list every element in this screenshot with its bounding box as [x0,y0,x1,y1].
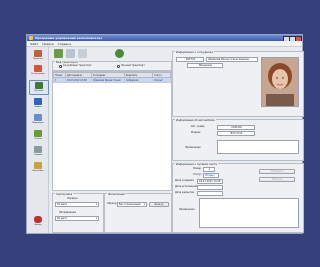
waybill-table: Номер Дата выдачи Сотрудник Водитель Ста… [53,72,171,83]
sidebar-item-exit[interactable]: Выход [29,215,47,228]
sidebar: Персонал Регистрация Путевые Заявки Марш… [27,47,49,233]
waybill-note-field[interactable] [199,198,299,228]
personal-transport-label: Личный транспорт [121,64,145,67]
plate-label: Рег. номер [191,125,205,128]
period-select[interactable]: Без ограничений [117,202,147,207]
waybill-note-label: Примечание [179,208,195,211]
closed-field [197,191,223,196]
cell-driver: Сибиряков [124,77,153,83]
direction-select[interactable]: По дате [55,216,99,221]
routes-icon [34,114,42,121]
add-button[interactable] [54,49,63,58]
service-transport-radio[interactable] [59,65,62,68]
sidebar-item-personnel[interactable]: Персонал [29,49,47,62]
waybill-status-label: Статус [193,173,202,176]
close-waybill-button[interactable]: Закрыть [259,177,295,182]
plate-field: С046 ВО [217,125,255,130]
filter-button[interactable]: Фильтр [149,202,169,207]
created-label: Дата создания [175,179,194,182]
waybill-status-field: Открыт [203,173,219,178]
key-icon [34,162,42,169]
waybill-icon [35,82,43,89]
period-label: Период [107,202,117,205]
app-window: Программа управления (исполнитель) Файл … [26,34,304,234]
sidebar-item-registration[interactable]: Регистрация [29,64,47,77]
cell-date: 18.07.2012 13:28 [65,77,92,83]
employee-info-title: Информация о сотруднике [175,51,214,54]
sidebar-item-requests[interactable]: Заявки [29,97,47,110]
employee-photo-image [262,58,298,106]
direction-label: Направление [59,211,76,214]
created-field: 18.07.2012 13:28 [197,179,223,184]
cell-status: Открыт [152,77,171,83]
service-transport-label: Служебный транспорт [63,64,92,67]
model-field: ВАЗ 2110 [217,131,255,136]
filter-title: Фильтрация [107,193,126,196]
employee-position-field: Менеджер [187,63,223,68]
waybill-info-title: Информация о путевом листе [175,163,218,166]
waybill-number-field: 1 [203,167,215,172]
cell-employee: Абрамова Ирина Станис [91,77,125,83]
closed-label: Дата закрытия [175,191,194,194]
exit-icon [34,216,42,223]
car-info-group: Информация об автомобиле Рег. номер С046… [172,119,304,161]
delete-button[interactable] [78,49,87,58]
car-note-label: Примечание [185,146,201,149]
refresh-icon[interactable] [115,49,124,58]
filter-group: Фильтрация Период Без ограничений Фильтр [104,193,172,233]
table-row[interactable]: 1 18.07.2012 13:28 Абрамова Ирина Станис… [53,77,171,83]
sidebar-item-reports[interactable]: Отчёты [29,129,47,142]
car-info-title: Информация об автомобиле [175,119,216,122]
cancel-waybill-button[interactable]: Отменить [259,169,295,174]
window-title: Программа управления (исполнитель) [35,36,102,40]
app-icon [29,36,33,40]
model-label: Модель [191,131,201,134]
sort-title: Сортировка [55,193,74,196]
references-icon [34,146,42,153]
edit-button[interactable] [66,49,75,58]
waybill-table-panel: Номер Дата выдачи Сотрудник Водитель Ста… [52,71,172,191]
main-area: Вид транспорта Служебный транспорт Личны… [50,47,304,233]
sidebar-item-references[interactable]: Справки [29,145,47,158]
waybill-number-label: Номер [193,167,202,170]
sort-group: Сортировка Порядок По дате Направление П… [52,193,104,233]
employee-name-field: Абрамова Ирина Станиславовна [206,57,258,62]
reports-icon [34,130,42,137]
sidebar-item-waybills[interactable]: Путевые [29,80,49,95]
sort-select[interactable]: По дате [55,202,99,207]
personal-transport-radio[interactable] [117,65,120,68]
transport-type-group: Вид транспорта Служебный транспорт Личны… [52,61,172,71]
sort-label: Порядок [67,197,78,200]
issued-field [197,185,223,190]
requests-icon [34,98,42,105]
sidebar-item-routes[interactable]: Маршруты [29,113,47,126]
employee-photo [261,57,299,107]
employee-id-field: 095744 [176,57,204,62]
car-note-field [217,140,299,154]
personnel-icon [34,50,42,57]
cell-number: 1 [53,77,66,83]
registration-icon [34,65,42,72]
employee-info-group: Информация о сотруднике 095744 Абрамова … [172,51,304,117]
waybill-info-group: Информация о путевом листе Номер 1 Стату… [172,163,304,233]
issued-label: Дата исполнения [175,185,197,188]
sidebar-item-settings[interactable]: Настройки [29,161,47,174]
